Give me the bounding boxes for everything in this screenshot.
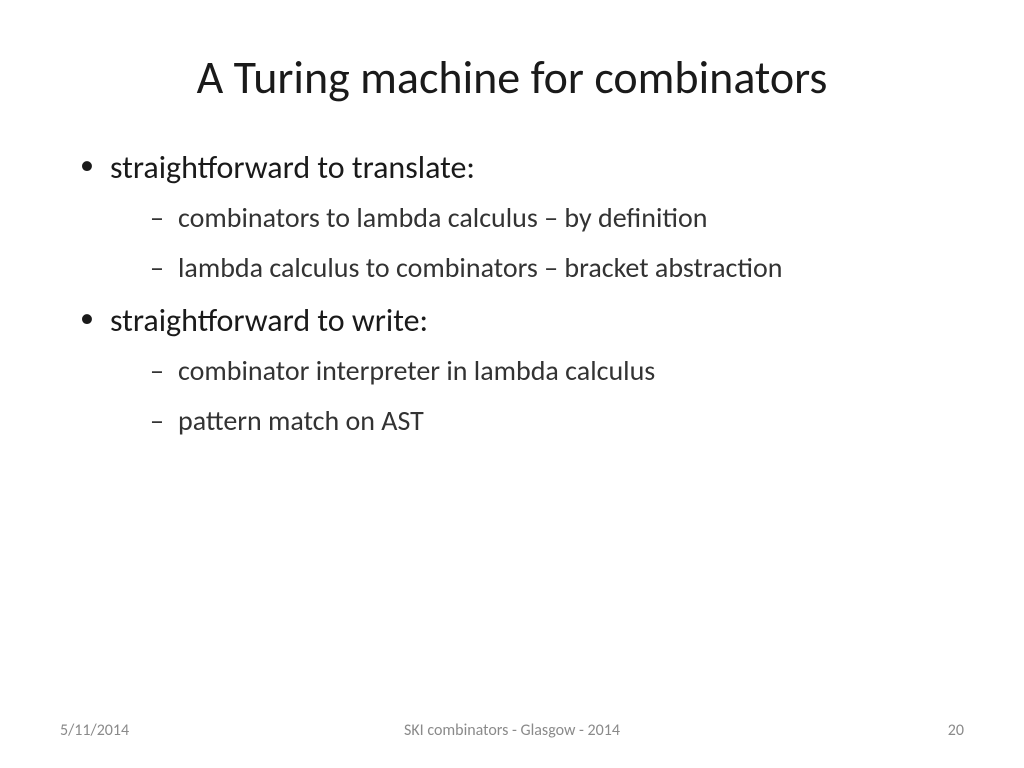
sub-bullet-list: combinators to lambda calculus – by defi… <box>110 199 964 287</box>
sub-bullet-text: combinator interpreter in lambda calculu… <box>178 353 655 388</box>
sub-bullet-text: lambda calculus to combinators – bracket… <box>178 250 782 285</box>
bullet-text: straightforward to translate: <box>110 148 475 187</box>
bullet-text: straightforward to write: <box>110 301 428 340</box>
sub-bullet-list: combinator interpreter in lambda calculu… <box>110 352 964 440</box>
sub-bullet-text: pattern match on AST <box>178 403 424 438</box>
sub-bullet-item: pattern match on AST <box>150 402 964 440</box>
bullet-item: straightforward to write: combinator int… <box>80 299 964 440</box>
footer-date: 5/11/2014 <box>60 721 129 740</box>
sub-bullet-text: combinators to lambda calculus – by defi… <box>178 200 707 235</box>
slide-footer: 5/11/2014 SKI combinators - Glasgow - 20… <box>0 721 1024 740</box>
sub-bullet-item: combinator interpreter in lambda calculu… <box>150 352 964 390</box>
footer-title: SKI combinators - Glasgow - 2014 <box>404 721 620 740</box>
sub-bullet-item: combinators to lambda calculus – by defi… <box>150 199 964 237</box>
bullet-item: straightforward to translate: combinator… <box>80 146 964 287</box>
slide-content: straightforward to translate: combinator… <box>60 146 964 728</box>
bullet-list: straightforward to translate: combinator… <box>60 146 964 440</box>
slide-title: A Turing machine for combinators <box>60 50 964 106</box>
sub-bullet-item: lambda calculus to combinators – bracket… <box>150 249 964 287</box>
slide: A Turing machine for combinators straigh… <box>0 0 1024 768</box>
footer-page-number: 20 <box>948 721 964 740</box>
